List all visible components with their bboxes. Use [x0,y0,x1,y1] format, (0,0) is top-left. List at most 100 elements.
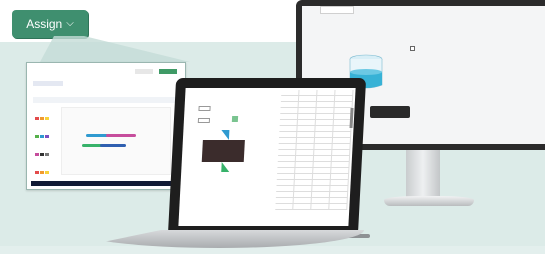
grid-cell [312,186,331,191]
grid-cell [315,132,334,137]
grid-cell [279,132,298,137]
grid-cell [334,102,353,107]
grid-cell [312,174,332,179]
monitor-stand [406,150,440,200]
grid-cell [275,192,295,197]
grid-cell [278,138,297,143]
grid-cell [314,150,333,155]
grid-cell [299,90,318,95]
green-triangle-shape [221,162,230,172]
grid-cell [294,180,313,185]
grid-cell [330,174,350,179]
grid-cell [297,114,317,119]
grid-cell [279,126,298,131]
grid-cell [331,168,350,173]
grid-row [275,204,348,210]
laptop-data-grid [274,90,354,218]
grid-cell [294,186,313,191]
grid-cell [313,156,333,161]
grid-cell [281,90,300,95]
monitor-toolbar [320,6,354,14]
preview-bar [86,134,108,137]
grid-cell [293,204,312,209]
grid-cell [278,144,297,149]
preview-bar [106,134,136,137]
laptop-scrollbar [349,108,354,128]
dark-block-shape [201,140,245,162]
grid-cell [332,144,351,149]
grid-cell [276,186,295,191]
monitor-foot [384,196,474,206]
grid-cell [298,102,317,107]
grid-cell [275,204,294,209]
grid-cell [313,162,332,167]
monitor-action-button [370,106,410,118]
assign-button-label: Assign [26,17,63,31]
grid-cell [316,96,336,101]
grid-cell [333,132,352,137]
preview-assign-button [159,69,177,74]
bottom-band [0,246,545,254]
grid-cell [298,96,318,101]
grid-cell [335,90,354,95]
grid-cell [332,150,351,155]
grid-cell [314,138,333,143]
chevron-down-icon: ⌵ [66,17,74,29]
grid-cell [277,162,296,167]
grid-cell [293,192,313,197]
grid-cell [279,120,298,125]
assign-dropdown-button[interactable]: Assign ⌵ [12,10,88,38]
grid-cell [298,108,317,113]
grid-cell [316,102,335,107]
grid-cell [297,126,316,131]
grid-cell [279,114,299,119]
grid-cell [314,144,333,149]
grid-cell [280,96,300,101]
grid-cell [317,90,336,95]
grid-cell [275,198,294,203]
grid-cell [295,162,314,167]
grid-cell [295,156,315,161]
laptop-toggle [231,116,239,122]
grid-cell [312,180,331,185]
grid-cell [311,204,330,209]
grid-cell [334,96,354,101]
grid-cell [276,180,295,185]
checkbox-icon [410,46,415,51]
grid-cell [330,180,349,185]
assignment-preview-card [26,62,186,190]
grid-cell [277,168,296,173]
grid-cell [329,192,349,197]
grid-cell [330,186,349,191]
grid-cell [315,114,335,119]
preview-secondary-button [135,69,153,74]
blue-triangle-shape [212,130,230,140]
laptop-screen [178,88,356,226]
laptop-input [197,118,211,123]
grid-cell [329,204,348,209]
preview-bar [100,144,126,147]
grid-cell [296,150,315,155]
laptop-input [198,106,211,111]
preview-color-palette [35,109,55,174]
grid-cell [293,198,312,203]
monitor-checkbox [410,46,418,51]
preview-tabbar [33,97,181,103]
grid-cell [332,138,351,143]
grid-cell [313,168,332,173]
grid-cell [296,138,315,143]
grid-cell [296,144,315,149]
grid-cell [295,168,314,173]
grid-cell [331,156,351,161]
grid-cell [297,132,316,137]
grid-cell [329,198,348,203]
grid-cell [297,120,316,125]
preview-taskbar [31,181,183,186]
grid-cell [311,192,331,197]
grid-cell [315,120,334,125]
grid-cell [276,174,296,179]
grid-cell [277,156,297,161]
grid-cell [294,174,314,179]
grid-cell [280,102,299,107]
preview-bar [82,144,102,147]
